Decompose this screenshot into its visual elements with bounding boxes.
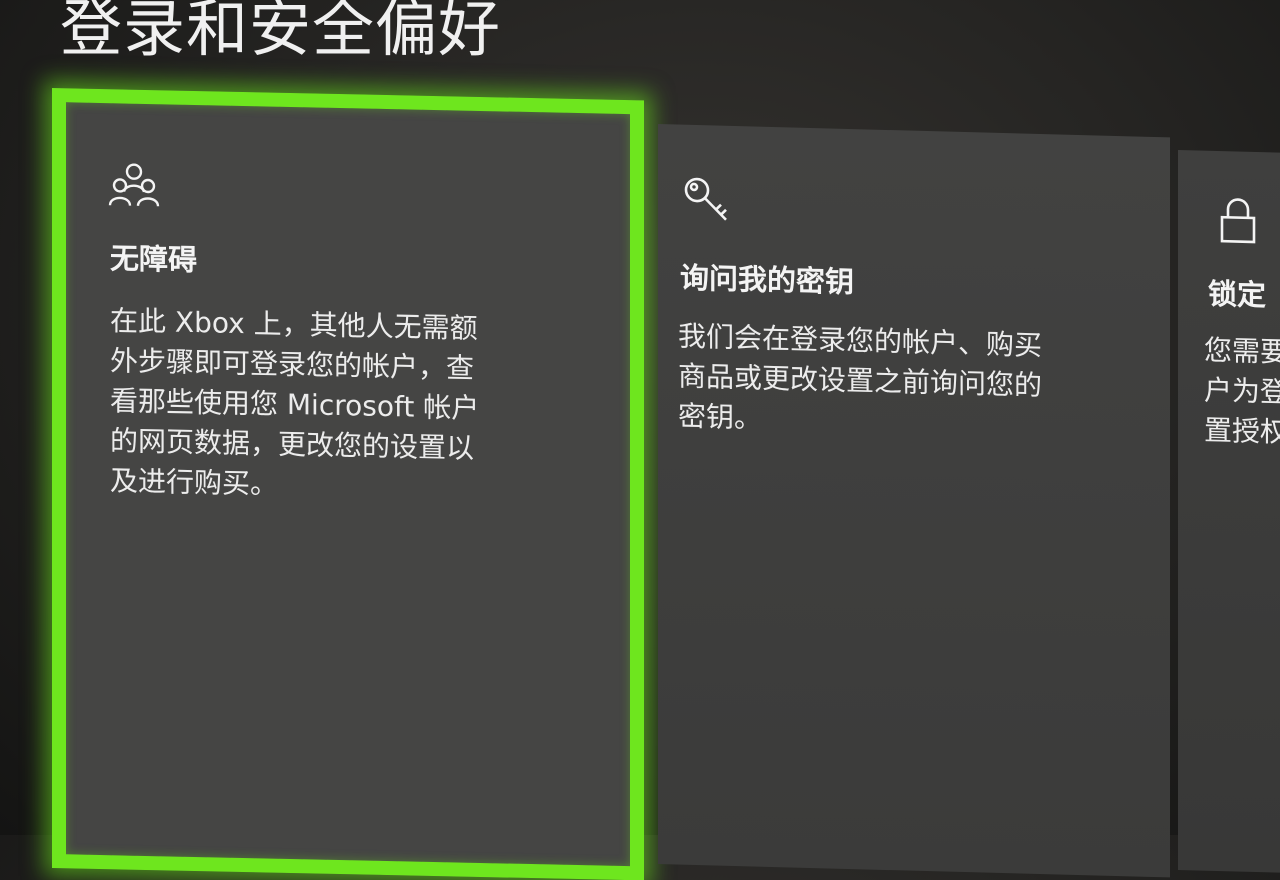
tile-ask-passkey[interactable]: 询问我的密钥 我们会在登录您的帐户、购买 商品或更改设置之前询问您的 密钥。: [658, 124, 1170, 878]
tile-ask-passkey-description: 我们会在登录您的帐户、购买 商品或更改设置之前询问您的 密钥。: [678, 319, 1043, 435]
page-title: 登录和安全偏好: [60, 0, 502, 65]
tile-accessibility[interactable]: 无障碍 在此 Xbox 上，其他人无需额 外步骤即可登录您的帐户，查 看那些使用…: [52, 88, 644, 880]
tile-lock-heading: 锁定: [1208, 276, 1267, 313]
key-icon: [682, 175, 732, 230]
tile-accessibility-description: 在此 Xbox 上，其他人无需额 外步骤即可登录您的帐户，查 看那些使用您 Mi…: [110, 304, 480, 501]
tile-lock-it-down[interactable]: 锁定 您需要 户为登 置授权: [1178, 150, 1280, 874]
tile-lock-description: 您需要 户为登 置授权: [1204, 333, 1280, 449]
tile-accessibility-heading: 无障碍: [110, 241, 198, 278]
tile-ask-passkey-heading: 询问我的密钥: [680, 260, 855, 300]
lock-icon: [1218, 197, 1258, 250]
people-icon: [108, 161, 160, 214]
